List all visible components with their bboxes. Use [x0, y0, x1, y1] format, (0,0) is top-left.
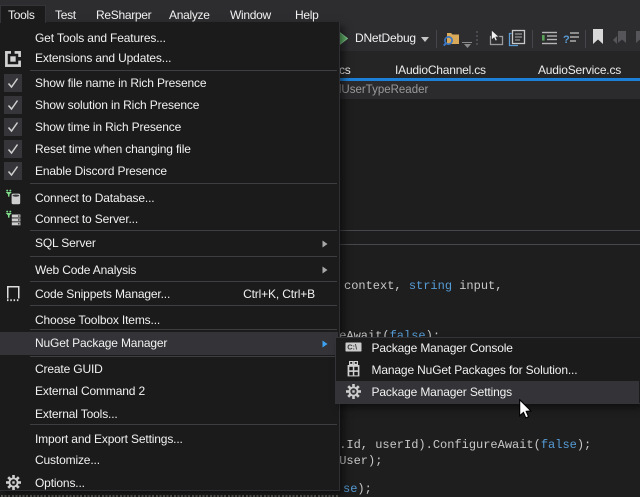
svg-text:C:\: C:\	[347, 343, 357, 352]
svg-text:?: ?	[563, 34, 570, 46]
